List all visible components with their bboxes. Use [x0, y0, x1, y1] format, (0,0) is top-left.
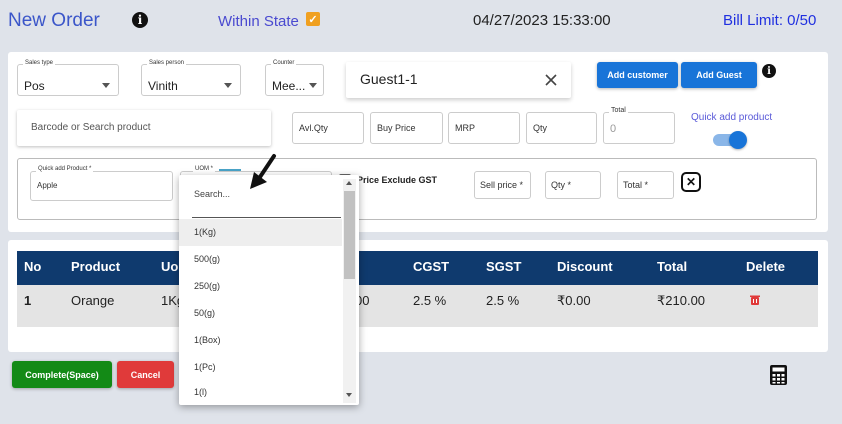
- page-title: New Order: [8, 10, 100, 31]
- arrow-pointer-icon: [250, 154, 276, 189]
- column-header-product: Product: [71, 259, 121, 274]
- qty-label: Qty: [533, 123, 548, 133]
- row-sgst: 2.5 %: [486, 293, 520, 308]
- row-product: Orange: [71, 293, 115, 308]
- customer-value: Guest1-1: [360, 71, 418, 87]
- customer-field[interactable]: Guest1-1: [346, 62, 571, 98]
- quick-add-product-field[interactable]: Quick add Product * Apple: [30, 166, 173, 201]
- avl-qty-field[interactable]: Avl.Qty: [292, 112, 364, 144]
- column-header-total: Total: [657, 259, 688, 274]
- complete-button[interactable]: Complete(Space): [12, 361, 112, 388]
- uom-option[interactable]: 1(Pc): [179, 354, 342, 381]
- add-guest-button[interactable]: Add Guest: [681, 62, 757, 88]
- scrollbar-thumb[interactable]: [344, 191, 355, 279]
- uom-dropdown: Search... 1(Kg) 500(g) 250(g) 50(g) 1(Bo…: [179, 175, 359, 405]
- uom-option[interactable]: 1(l): [179, 381, 342, 403]
- column-header-delete: Delete: [746, 259, 786, 274]
- quick-qty-label: Qty *: [551, 180, 572, 190]
- price-exclude-gst-label: Price Exclude GST: [357, 175, 438, 185]
- uom-option[interactable]: 50(g): [179, 300, 342, 327]
- uom-option[interactable]: 500(g): [179, 246, 342, 273]
- counter-value: Mee...: [272, 79, 306, 93]
- uom-label: UOM *: [193, 166, 215, 172]
- total-label: Total: [609, 107, 628, 114]
- table-header: No Product Uom CGST SGST Discount Total …: [17, 251, 818, 285]
- toggle-knob: [729, 131, 747, 149]
- uom-option[interactable]: 1(Kg): [179, 219, 342, 246]
- qty-field[interactable]: Qty: [526, 112, 597, 144]
- row-total: ₹210.00: [657, 293, 706, 308]
- within-state-checkbox[interactable]: ✓: [306, 12, 320, 26]
- row-no: 1: [24, 293, 32, 308]
- scroll-down-arrow-icon[interactable]: [346, 393, 352, 397]
- sales-person-value: Vinith: [148, 79, 178, 93]
- avl-qty-label: Avl.Qty: [299, 123, 328, 133]
- order-datetime: 04/27/2023 15:33:00: [473, 12, 611, 29]
- barcode-placeholder: Barcode or Search product: [31, 122, 151, 133]
- search-underline: [192, 217, 341, 218]
- uom-option[interactable]: 250(g): [179, 273, 342, 300]
- sell-price-field[interactable]: Sell price *: [474, 171, 531, 199]
- close-quick-add-button[interactable]: ✕: [681, 172, 701, 192]
- chevron-down-icon: [102, 83, 110, 88]
- column-header-no: No: [24, 259, 42, 274]
- column-header-cgst: CGST: [413, 259, 450, 274]
- total-field: Total 0: [603, 107, 675, 144]
- bill-limit: Bill Limit: 0/50: [723, 12, 817, 29]
- quick-qty-field[interactable]: Qty *: [545, 171, 601, 199]
- counter-label: Counter: [271, 60, 297, 66]
- trash-icon[interactable]: [749, 294, 761, 306]
- column-header-discount: Discount: [557, 259, 613, 274]
- sales-type-select[interactable]: Sales type Pos: [17, 60, 119, 96]
- cancel-button[interactable]: Cancel: [117, 361, 174, 388]
- info-icon[interactable]: i: [762, 64, 776, 78]
- total-value: 0: [610, 123, 617, 135]
- sales-type-value: Pos: [24, 79, 45, 93]
- quick-add-product-label: Quick add product: [691, 112, 773, 123]
- within-state-label: Within State: [218, 13, 299, 30]
- quick-total-label: Total *: [623, 180, 649, 190]
- chevron-down-icon: [309, 83, 317, 88]
- row-cgst: 2.5 %: [413, 293, 447, 308]
- column-header-sgst: SGST: [486, 259, 522, 274]
- mrp-label: MRP: [455, 123, 475, 133]
- uom-option[interactable]: 1(Box): [179, 327, 342, 354]
- uom-search-input[interactable]: Search...: [194, 189, 230, 199]
- calculator-icon[interactable]: [769, 364, 788, 386]
- counter-select[interactable]: Counter Mee...: [265, 60, 324, 96]
- sales-person-select[interactable]: Sales person Vinith: [141, 60, 241, 96]
- sales-person-label: Sales person: [147, 60, 187, 66]
- sell-price-label: Sell price *: [480, 180, 524, 190]
- scroll-up-arrow-icon[interactable]: [346, 181, 352, 185]
- add-customer-button[interactable]: Add customer: [597, 62, 678, 88]
- dropdown-scrollbar[interactable]: [343, 179, 356, 403]
- chevron-down-icon: [224, 83, 232, 88]
- quick-add-product-value: Apple: [37, 181, 58, 190]
- quick-add-product-field-label: Quick add Product *: [36, 166, 94, 172]
- buy-price-field[interactable]: Buy Price: [370, 112, 443, 144]
- barcode-search-input[interactable]: Barcode or Search product: [17, 110, 271, 146]
- buy-price-label: Buy Price: [377, 123, 416, 133]
- quick-total-field[interactable]: Total *: [617, 171, 674, 199]
- sales-type-label: Sales type: [23, 60, 56, 66]
- mrp-field[interactable]: MRP: [448, 112, 520, 144]
- row-discount: ₹0.00: [557, 293, 591, 308]
- quick-add-toggle[interactable]: [713, 131, 747, 149]
- uom-focus-underline: [219, 169, 241, 171]
- close-icon[interactable]: [544, 73, 558, 87]
- info-icon[interactable]: i: [132, 12, 148, 28]
- table-row: 1 Orange 1Kg 00 2.5 % 2.5 % ₹0.00 ₹210.0…: [17, 285, 818, 327]
